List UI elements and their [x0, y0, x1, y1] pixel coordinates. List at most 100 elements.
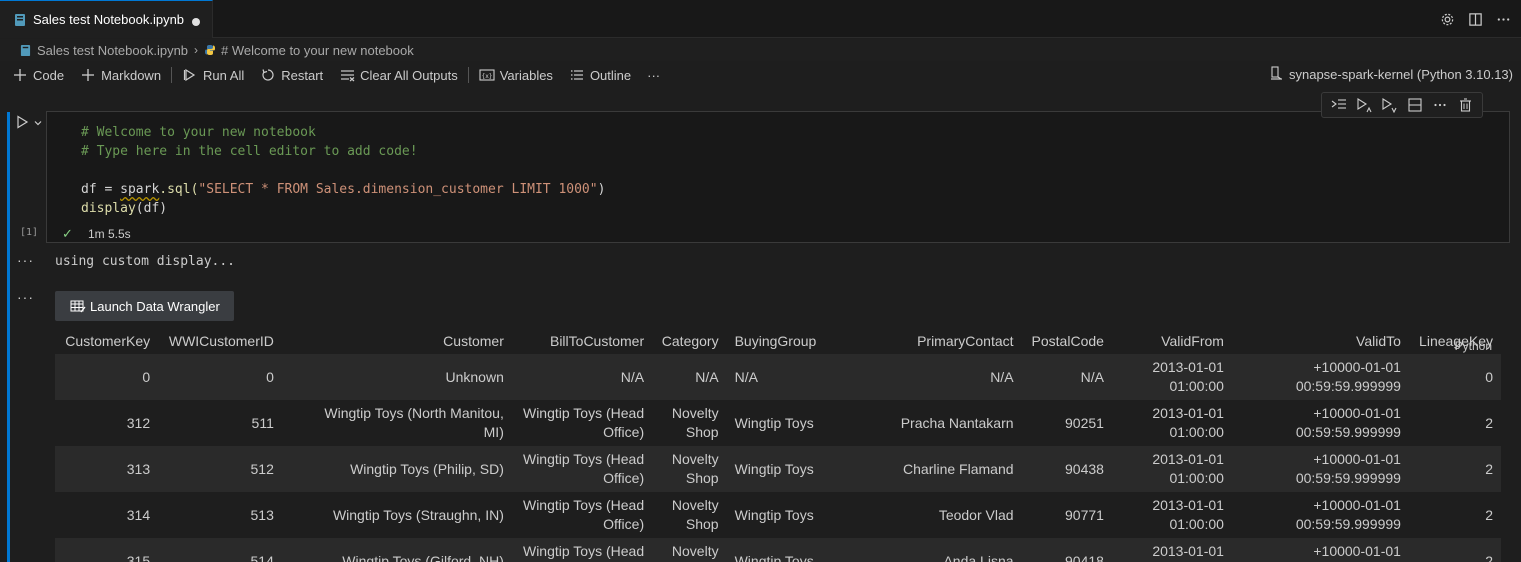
- table-cell: Wingtip Toys (North Manitou, MI): [282, 400, 512, 446]
- table-row: 312 511 Wingtip Toys (North Manitou, MI) Win…: [55, 400, 1501, 446]
- tab-notebook[interactable]: Sales test Notebook.ipynb: [0, 0, 213, 38]
- table-cell: N/A: [652, 354, 727, 400]
- run-above-icon[interactable]: [1355, 96, 1373, 114]
- svg-text:{x}: {x}: [481, 73, 492, 80]
- more-actions-icon[interactable]: [1495, 11, 1511, 27]
- cell-text: Novelty: [671, 451, 719, 467]
- run-cell-button[interactable]: [15, 115, 43, 132]
- more-icon: ···: [647, 67, 661, 83]
- output-actions-icon[interactable]: ···: [17, 289, 34, 305]
- cell-text: 511: [251, 414, 274, 431]
- success-check-icon: ✓: [62, 226, 73, 241]
- code-comment-line: # Welcome to your new notebook: [81, 125, 316, 140]
- cell-text: 2013-01-01: [1152, 543, 1224, 559]
- cell-text: Unknown: [445, 368, 504, 385]
- gear-icon[interactable]: [1439, 11, 1455, 27]
- cell-text: 0: [1485, 368, 1493, 385]
- table-cell: 513: [158, 492, 282, 538]
- cell-text: N/A: [990, 368, 1014, 385]
- table-cell: 2013-01-0101:00:00: [1111, 354, 1232, 400]
- table-cell: 315: [55, 538, 159, 562]
- launch-data-wrangler-button[interactable]: Launch Data Wrangler: [55, 291, 234, 321]
- table-cell: +10000-01-01 00:59:59.999999: [1232, 492, 1409, 538]
- table-cell: Unknown: [281, 354, 512, 400]
- column-header: PrimaryContact: [917, 333, 1014, 349]
- code-token: display: [81, 201, 136, 216]
- execute-above-icon[interactable]: [1330, 96, 1348, 114]
- cell-text: Novelty: [671, 497, 719, 513]
- cell-text: 0: [266, 368, 274, 385]
- table-cell: 312: [55, 400, 158, 446]
- table-cell: 0: [1408, 354, 1501, 400]
- cell-text: 312: [126, 414, 151, 431]
- breadcrumb-file[interactable]: Sales test Notebook.ipynb: [37, 43, 188, 58]
- cell-text: 314: [126, 506, 151, 523]
- cell-text: +10000-01-01: [1313, 543, 1401, 559]
- table-cell: Wingtip Toys (HeadOffice): [511, 538, 653, 562]
- execution-count: [1]: [20, 227, 39, 238]
- list-icon: [569, 67, 585, 83]
- table-cell: 90251: [1022, 400, 1112, 446]
- add-markdown-button[interactable]: Markdown: [80, 67, 161, 83]
- cell-text: Anda Lisna: [943, 552, 1014, 562]
- table-cell: Wingtip Toys (HeadOffice): [512, 492, 652, 538]
- table-cell: 90438: [1021, 446, 1112, 492]
- toolbar-divider: [467, 67, 469, 83]
- cell-text: +10000-01-01: [1313, 405, 1401, 421]
- table-cell: 2013-01-0101:00:00: [1111, 538, 1232, 562]
- table-cell: Teodor Vlad: [827, 492, 1022, 538]
- table-cell: +10000-01-01 00:59:59.999999: [1232, 400, 1409, 446]
- split-cell-icon[interactable]: [1406, 96, 1424, 114]
- more-cell-actions-icon[interactable]: [1431, 96, 1449, 114]
- split-editor-icon[interactable]: [1467, 11, 1483, 27]
- clear-outputs-button[interactable]: Clear All Outputs: [339, 67, 458, 83]
- restart-button[interactable]: Restart: [260, 67, 323, 83]
- unsaved-dot-icon[interactable]: [192, 18, 200, 26]
- cell-toolbar: [1321, 92, 1483, 118]
- run-all-button[interactable]: Run All: [182, 67, 244, 83]
- code-text[interactable]: # Welcome to your new notebook # Type he…: [81, 123, 605, 218]
- cell-text: Shop: [685, 516, 719, 532]
- plus-icon: [80, 67, 96, 83]
- table-cell: Wingtip Toys (HeadOffice): [511, 446, 653, 492]
- cell-text: 512: [250, 460, 274, 477]
- table-cell: N/A: [826, 354, 1022, 400]
- column-header: LineageKey: [1419, 333, 1493, 349]
- column-header: Customer: [443, 333, 504, 349]
- output-actions-icon[interactable]: ···: [17, 252, 34, 268]
- cell-text: Novelty: [671, 543, 719, 559]
- table-row: 313 512 Wingtip Toys (Philip, SD) Wingtip T…: [55, 446, 1501, 492]
- cell-text: 2013-01-01: [1152, 405, 1224, 421]
- output-text: using custom display...: [55, 254, 236, 269]
- table-cell: Novelty Shop: [652, 400, 726, 446]
- table-cell: Wingtip Toys: [726, 538, 827, 562]
- variables-button[interactable]: {x} Variables: [479, 67, 553, 83]
- run-all-label: Run All: [203, 67, 245, 83]
- chevron-down-icon[interactable]: [33, 116, 43, 131]
- table-cell: 90771: [1022, 492, 1112, 538]
- run-below-icon[interactable]: [1380, 96, 1398, 114]
- code-token: ): [597, 182, 606, 197]
- more-toolbar-button[interactable]: ···: [647, 68, 660, 83]
- table-cell: Wingtip Toys (Philip, SD): [281, 446, 512, 492]
- cell-text: Wingtip Toys (Philip, SD): [350, 460, 504, 477]
- table-cell: Wingtip Toys: [726, 446, 827, 492]
- cell-text: 0: [142, 368, 151, 385]
- chevron-right-icon: ›: [194, 43, 199, 57]
- cell-text: 01:00:00: [1169, 378, 1224, 394]
- tab-bar: Sales test Notebook.ipynb: [0, 0, 1521, 38]
- kernel-picker[interactable]: synapse-spark-kernel (Python 3.10.13): [1270, 66, 1513, 83]
- cell-text: +10000-01-01: [1313, 359, 1401, 375]
- cell-text: 90771: [1065, 506, 1104, 523]
- table-cell: Wingtip Toys: [727, 400, 827, 446]
- table-cell: 2013-01-0101:00:00: [1111, 446, 1232, 492]
- cell-text: 00:59:59.999999: [1295, 424, 1401, 440]
- outline-button[interactable]: Outline: [569, 67, 631, 83]
- cell-text: 00:59:59.999999: [1295, 516, 1401, 532]
- breadcrumb: Sales test Notebook.ipynb › # Welcome to…: [0, 39, 1521, 61]
- add-code-button[interactable]: Code: [12, 67, 64, 83]
- breadcrumb-section[interactable]: # Welcome to your new notebook: [221, 43, 414, 58]
- trash-icon[interactable]: [1456, 96, 1474, 114]
- table-cell: Novelty Shop: [652, 492, 726, 538]
- cell-text: Office): [603, 470, 645, 486]
